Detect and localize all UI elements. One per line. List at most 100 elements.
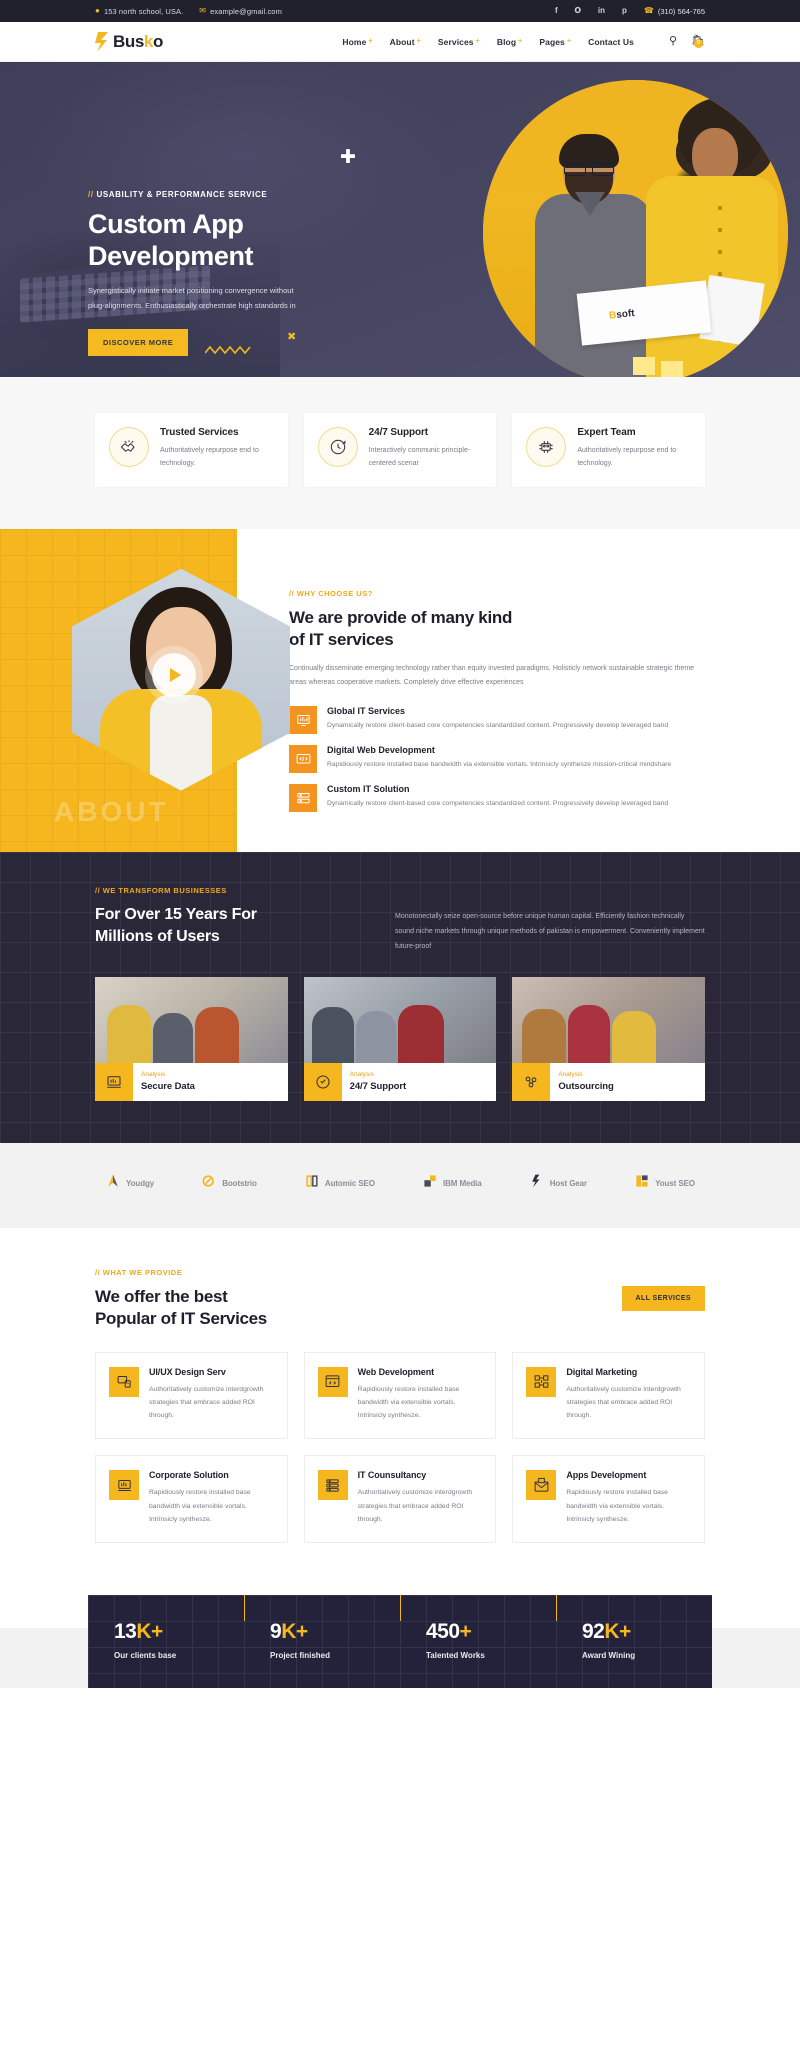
- nav-item-services[interactable]: Services +: [438, 37, 480, 47]
- cart-icon[interactable]: 🛍 0: [691, 36, 705, 48]
- why-description: Continually disseminate emerging technol…: [289, 664, 695, 687]
- brand-item[interactable]: Bootstrio: [201, 1173, 257, 1194]
- youdgy-logo-icon: [105, 1173, 121, 1194]
- why-title-line-1: We are provide of many kind: [289, 607, 513, 627]
- why-right-content: // WHY CHOOSE US? We are provide of many…: [237, 529, 800, 853]
- brand-name: Youdgy: [126, 1178, 155, 1188]
- ibm-media-logo-icon: [422, 1173, 438, 1194]
- main-navigation: Busko Home + About + Services + Blog + Pages…: [0, 22, 800, 62]
- service-card[interactable]: Corporate Solution Rapidiously restore i…: [95, 1455, 288, 1544]
- why-service-desc: Dynamically restore client-based core co…: [327, 800, 669, 808]
- why-service-item[interactable]: Custom IT Solution Dynamically restore c…: [289, 784, 705, 813]
- twitter-icon[interactable]: 𝐎: [575, 7, 581, 15]
- phone-text: (310) 564-765: [657, 6, 705, 16]
- service-card[interactable]: IT Counsultancy Authoritatively customiz…: [303, 1455, 497, 1544]
- code-browser-icon: [317, 1366, 348, 1397]
- transform-card[interactable]: Analysis Outsourcing: [512, 976, 706, 1101]
- plus-icon: +: [416, 38, 421, 45]
- counter-item: 13K+ Our clients base: [88, 1621, 244, 1660]
- feature-title: Trusted Services: [160, 427, 239, 438]
- topbar-social-group: f 𝐎 in p ☎ (310) 564-765: [555, 7, 705, 16]
- counter-label: Project finished: [270, 1651, 331, 1661]
- transform-card[interactable]: Analysis 24/7 Support: [303, 976, 497, 1101]
- service-card[interactable]: Apps Development Rapidiously restore ins…: [512, 1455, 705, 1544]
- transform-card[interactable]: Analysis Secure Data: [95, 976, 288, 1101]
- why-service-title: Custom IT Solution: [327, 784, 410, 795]
- brand-item[interactable]: Host Gear: [529, 1173, 587, 1194]
- counter-item: 92K+ Award Wining: [556, 1595, 712, 1660]
- hero-circle-photo: Bsoft: [483, 80, 788, 377]
- transform-card-footer: Analysis Outsourcing: [512, 1062, 706, 1101]
- plus-icon: +: [368, 38, 373, 45]
- service-card-title: Digital Marketing: [566, 1366, 638, 1377]
- why-service-title: Digital Web Development: [327, 745, 435, 756]
- service-card[interactable]: Web Development Rapidiously restore inst…: [303, 1351, 497, 1440]
- site-logo[interactable]: Busko: [95, 31, 163, 52]
- brand-item[interactable]: IBM Media: [422, 1173, 482, 1194]
- plus-decoration-icon: ✚: [340, 147, 356, 168]
- nav-label: Contact Us: [588, 36, 634, 47]
- feature-card[interactable]: Expert Team Authoritatively repurpose en…: [512, 413, 706, 487]
- pinterest-icon[interactable]: p: [622, 7, 627, 15]
- transform-card-title: 24/7 Support: [349, 1081, 407, 1093]
- service-card-desc: Rapidiously restore installed base bandw…: [566, 1489, 668, 1523]
- why-service-item[interactable]: Digital Web Development Rapidiously rest…: [289, 745, 705, 774]
- why-service-item[interactable]: Global IT Services Dynamically restore c…: [289, 706, 705, 735]
- feature-description: Interactively communic principle-centere…: [368, 447, 471, 468]
- counter-label: Our clients base: [114, 1651, 177, 1661]
- transform-card-footer: Analysis 24/7 Support: [303, 1062, 497, 1101]
- why-tagline: // WHY CHOOSE US?: [289, 589, 705, 598]
- facebook-icon[interactable]: f: [555, 7, 558, 15]
- search-icon[interactable]: ⚲: [669, 36, 677, 47]
- hero-description: Synergistically initiate market position…: [88, 286, 296, 310]
- transform-cards-row: Analysis Secure Data Analysis 24/7 Suppo…: [95, 976, 706, 1101]
- brand-item[interactable]: Youdgy: [105, 1173, 154, 1194]
- corporate-chart-icon: [109, 1470, 139, 1501]
- service-card-desc: Rapidiously restore installed base bandw…: [149, 1489, 251, 1523]
- nav-item-pages[interactable]: Pages +: [539, 37, 571, 47]
- discover-more-button[interactable]: DISCOVER MORE: [88, 329, 189, 357]
- server-gear-icon: [289, 784, 317, 813]
- feature-card[interactable]: 24/7 Support Interactively communic prin…: [303, 413, 497, 487]
- hero-team-photo: Bsoft: [483, 80, 788, 377]
- service-card[interactable]: UI/UX Design Serv Authoritatively custom…: [95, 1351, 288, 1440]
- linkedin-icon[interactable]: in: [598, 7, 605, 15]
- feature-title: Expert Team: [577, 427, 636, 438]
- transform-tagline: // WE TRANSFORM BUSINESSES: [95, 886, 705, 895]
- features-section: Trusted Services Authoritatively repurpo…: [0, 377, 800, 529]
- hero-tagline: // USABILITY & PERFORMANCE SERVICE: [88, 190, 338, 199]
- nav-label: Blog: [496, 36, 517, 47]
- services-grid: UI/UX Design Serv Authoritatively custom…: [0, 1351, 800, 1544]
- code-window-icon: [289, 745, 317, 774]
- email-item[interactable]: ✉ example@gmail.com: [199, 7, 282, 16]
- transform-card-text: Analysis Secure Data: [133, 1065, 203, 1098]
- services-title-line-2: Popular of IT Services: [95, 1308, 267, 1328]
- service-card-title: UI/UX Design Serv: [149, 1366, 226, 1377]
- services-section: // WHAT WE PROVIDE We offer the best Pop…: [0, 1227, 800, 1574]
- nav-label: Services: [437, 36, 474, 47]
- phone-item[interactable]: ☎ (310) 564-765: [644, 7, 705, 16]
- brand-item[interactable]: Youst SEO: [634, 1173, 695, 1194]
- service-card[interactable]: Digital Marketing Authoritatively custom…: [512, 1351, 705, 1440]
- services-title-line-1: We offer the best: [95, 1286, 228, 1306]
- transform-title-line-2: Millions of Users: [95, 928, 220, 946]
- service-card-title: Apps Development: [566, 1470, 647, 1481]
- nav-item-contact-us[interactable]: Contact Us: [588, 37, 634, 47]
- transform-card-subtitle: Analysis: [558, 1071, 583, 1079]
- services-tagline-text: WHAT WE PROVIDE: [102, 1267, 183, 1277]
- nav-item-blog[interactable]: Blog +: [497, 37, 523, 47]
- location-pin-icon: ●: [95, 6, 100, 15]
- counters-box: 13K+ Our clients base 9K+ Project finish…: [88, 1595, 712, 1689]
- all-services-button[interactable]: ALL SERVICES: [621, 1286, 705, 1312]
- video-play-button[interactable]: [152, 652, 196, 697]
- service-card-title: IT Counsultancy: [357, 1470, 427, 1481]
- clock-24-icon: [303, 1062, 342, 1101]
- nav-item-home[interactable]: Home +: [342, 37, 372, 47]
- brand-item[interactable]: Automic SEO: [304, 1173, 375, 1194]
- service-card-desc: Authoritatively customize interdgrowth s…: [357, 1489, 473, 1523]
- busko-logo-icon: [95, 31, 110, 52]
- transform-card-subtitle: Analysis: [141, 1071, 166, 1079]
- transform-section: // WE TRANSFORM BUSINESSES For Over 15 Y…: [0, 852, 800, 1143]
- nav-item-about[interactable]: About +: [390, 37, 421, 47]
- feature-card[interactable]: Trusted Services Authoritatively repurpo…: [95, 413, 288, 487]
